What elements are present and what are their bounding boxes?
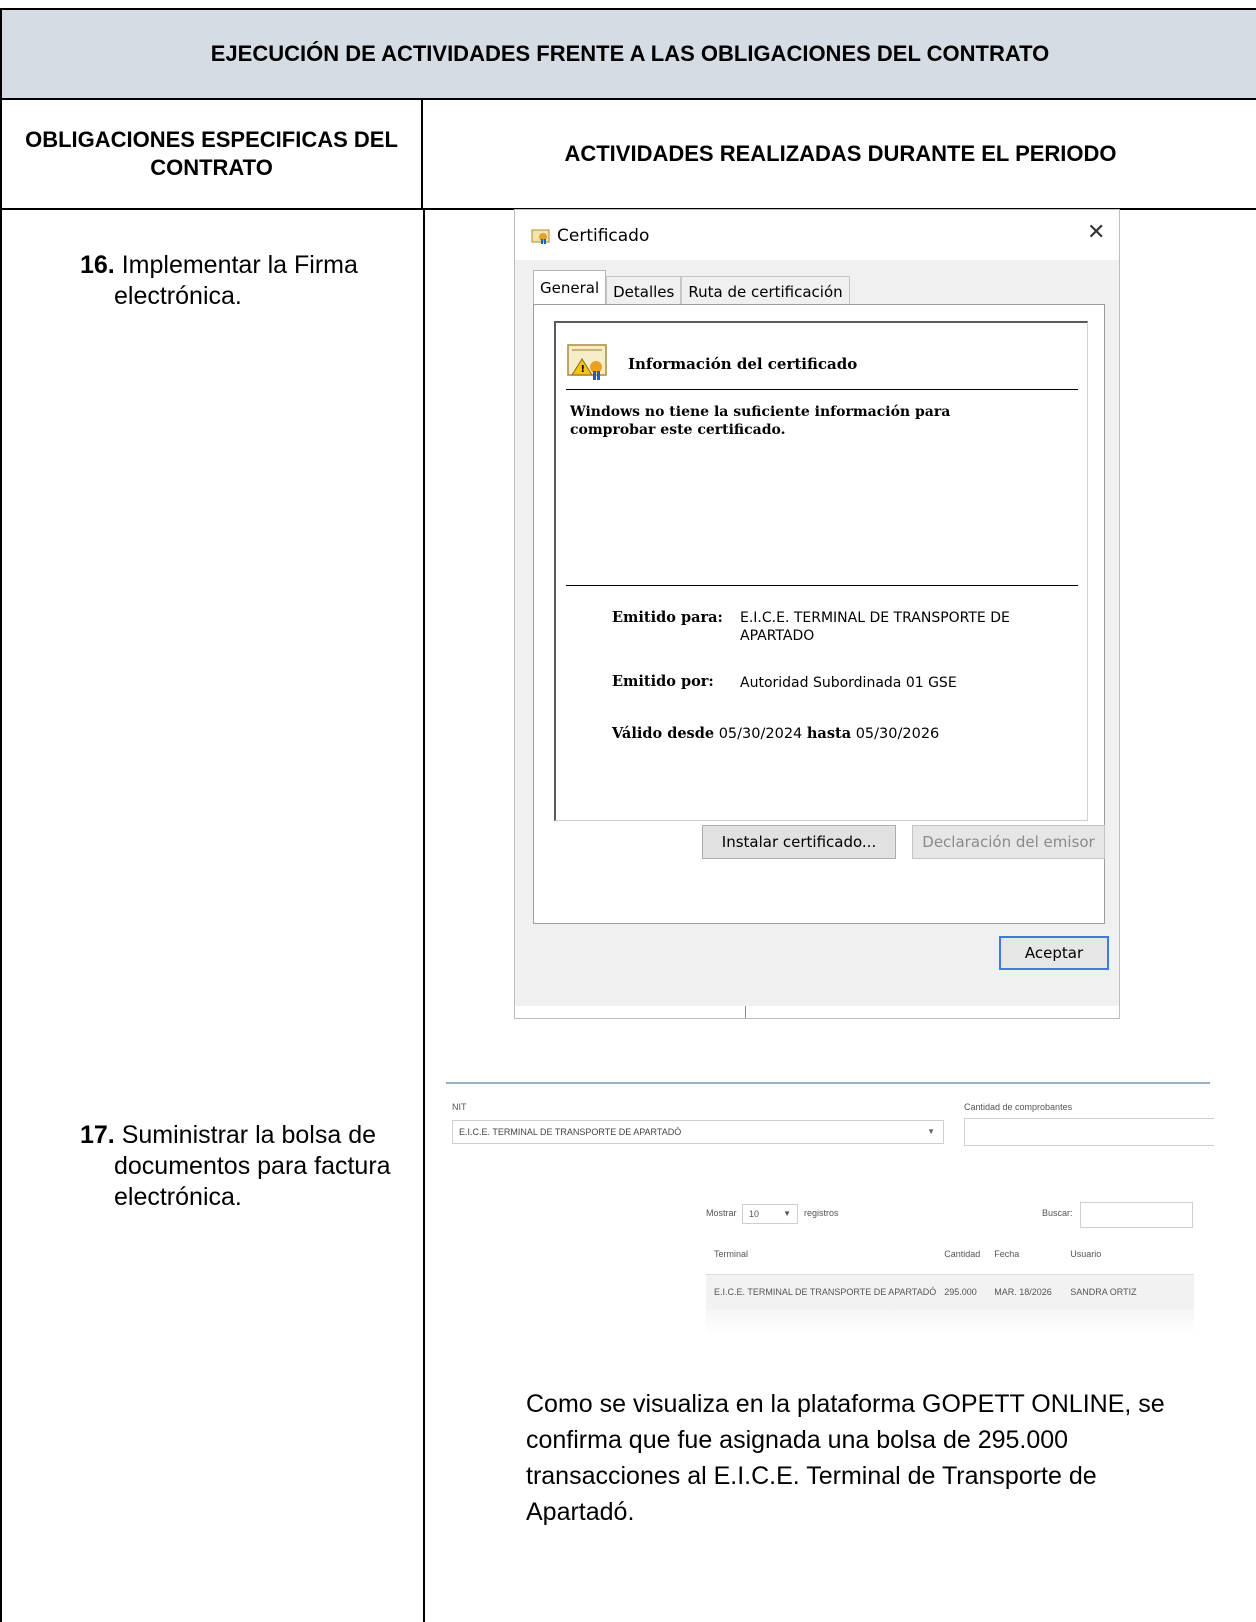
obligation-16: 16. Implementar la Firma electrónica.	[80, 250, 410, 312]
info-heading: Información del certificado	[628, 355, 858, 373]
svg-text:!: !	[581, 364, 586, 375]
obligation-17: 17. Suministrar la bolsa de documentos p…	[80, 1120, 410, 1213]
warning-text: Windows no tiene la suficiente informaci…	[570, 404, 951, 438]
table-header-row: Terminal Cantidad Fecha Usuario	[706, 1234, 1194, 1275]
table-title: EJECUCIÓN DE ACTIVIDADES FRENTE A LAS OB…	[2, 10, 1256, 100]
table-fade	[706, 1310, 1194, 1336]
tab-details[interactable]: Detalles	[606, 276, 682, 304]
column-header-terminal[interactable]: Terminal	[706, 1234, 937, 1275]
column-header-obligations: OBLIGACIONES ESPECIFICAS DEL CONTRATO	[2, 100, 423, 210]
dialog-title: Certificado	[557, 226, 650, 246]
tab-general[interactable]: General	[533, 270, 607, 304]
obligation-number: 17.	[80, 1121, 115, 1149]
install-certificate-button[interactable]: Instalar certificado...	[702, 825, 896, 859]
nit-select[interactable]: E.I.C.E. TERMINAL DE TRANSPORTE DE APART…	[452, 1120, 944, 1144]
certificate-icon	[531, 229, 550, 244]
obligation-text: Suministrar la bolsa de documentos para …	[114, 1121, 391, 1211]
table-row: E.I.C.E. TERMINAL DE TRANSPORTE DE APART…	[706, 1274, 1194, 1310]
chevron-down-icon: ▼	[783, 1209, 791, 1218]
column-header-user[interactable]: Usuario	[1062, 1234, 1194, 1275]
divider	[566, 585, 1078, 586]
valid-to-label: hasta	[806, 725, 852, 742]
valid-from-label: Válido desde	[612, 725, 715, 742]
divider	[745, 1006, 746, 1018]
gopett-header-line	[446, 1082, 1210, 1084]
obligation-text: Implementar la Firma electrónica.	[114, 251, 358, 310]
dialog-titlebar: Certificado ✕	[515, 210, 1119, 260]
dialog-tabs: General Detalles Ruta de certificación	[533, 270, 850, 304]
issuer-statement-button[interactable]: Declaración del emisor	[912, 825, 1105, 859]
cell-date: MAR. 18/2026	[986, 1274, 1063, 1310]
cell-quantity: 295.000	[936, 1274, 987, 1310]
column-divider	[423, 210, 425, 1622]
certificate-dialog: Certificado ✕ General Detalles Ruta de c…	[514, 209, 1120, 1019]
show-label: Mostrar	[706, 1208, 737, 1218]
search-input[interactable]	[1080, 1202, 1193, 1228]
background-window-strip	[515, 1006, 1119, 1018]
records-label: registros	[804, 1208, 839, 1218]
validity-row: Válido desde 05/30/2024 hasta 05/30/2026	[612, 725, 939, 742]
voucher-count-input[interactable]	[964, 1118, 1214, 1146]
voucher-count-label: Cantidad de comprobantes	[964, 1102, 1073, 1112]
search-label: Buscar:	[1042, 1208, 1073, 1218]
certificate-info-box: ! Información del certificado Windows no…	[554, 321, 1088, 821]
column-header-quantity[interactable]: Cantidad	[936, 1234, 987, 1275]
page-size-value: 10	[749, 1209, 760, 1219]
nit-label: NIT	[452, 1102, 467, 1112]
issued-to-label: Emitido para:	[612, 609, 723, 626]
valid-to-value: 05/30/2026	[855, 726, 940, 742]
cell-user: SANDRA ORTIZ	[1062, 1274, 1194, 1310]
assignments-table: Terminal Cantidad Fecha Usuario E.I.C.E.…	[706, 1234, 1194, 1310]
chevron-down-icon: ▼	[927, 1127, 935, 1136]
column-header-date[interactable]: Fecha	[986, 1234, 1063, 1275]
cell-terminal: E.I.C.E. TERMINAL DE TRANSPORTE DE APART…	[706, 1274, 937, 1310]
divider	[566, 389, 1078, 390]
certificate-icon: !	[567, 344, 607, 380]
accept-button[interactable]: Aceptar	[999, 936, 1109, 970]
column-header-activities: ACTIVIDADES REALIZADAS DURANTE EL PERIOD…	[423, 100, 1256, 210]
tab-certification-path[interactable]: Ruta de certificación	[681, 276, 850, 304]
page-size-select[interactable]: 10 ▼	[742, 1204, 798, 1224]
issued-by-label: Emitido por:	[612, 673, 714, 690]
tab-panel-general: ! Información del certificado Windows no…	[533, 304, 1105, 924]
valid-from-value: 05/30/2024	[718, 726, 803, 742]
obligation-number: 16.	[80, 251, 115, 279]
issued-to-value: E.I.C.E. TERMINAL DE TRANSPORTE DE APART…	[740, 610, 1010, 644]
issued-by-value: Autoridad Subordinada 01 GSE	[740, 675, 957, 691]
activity-description: Como se visualiza en la plataforma GOPET…	[526, 1390, 1165, 1526]
nit-select-value: E.I.C.E. TERMINAL DE TRANSPORTE DE APART…	[459, 1127, 682, 1137]
close-icon[interactable]: ✕	[1087, 220, 1105, 245]
